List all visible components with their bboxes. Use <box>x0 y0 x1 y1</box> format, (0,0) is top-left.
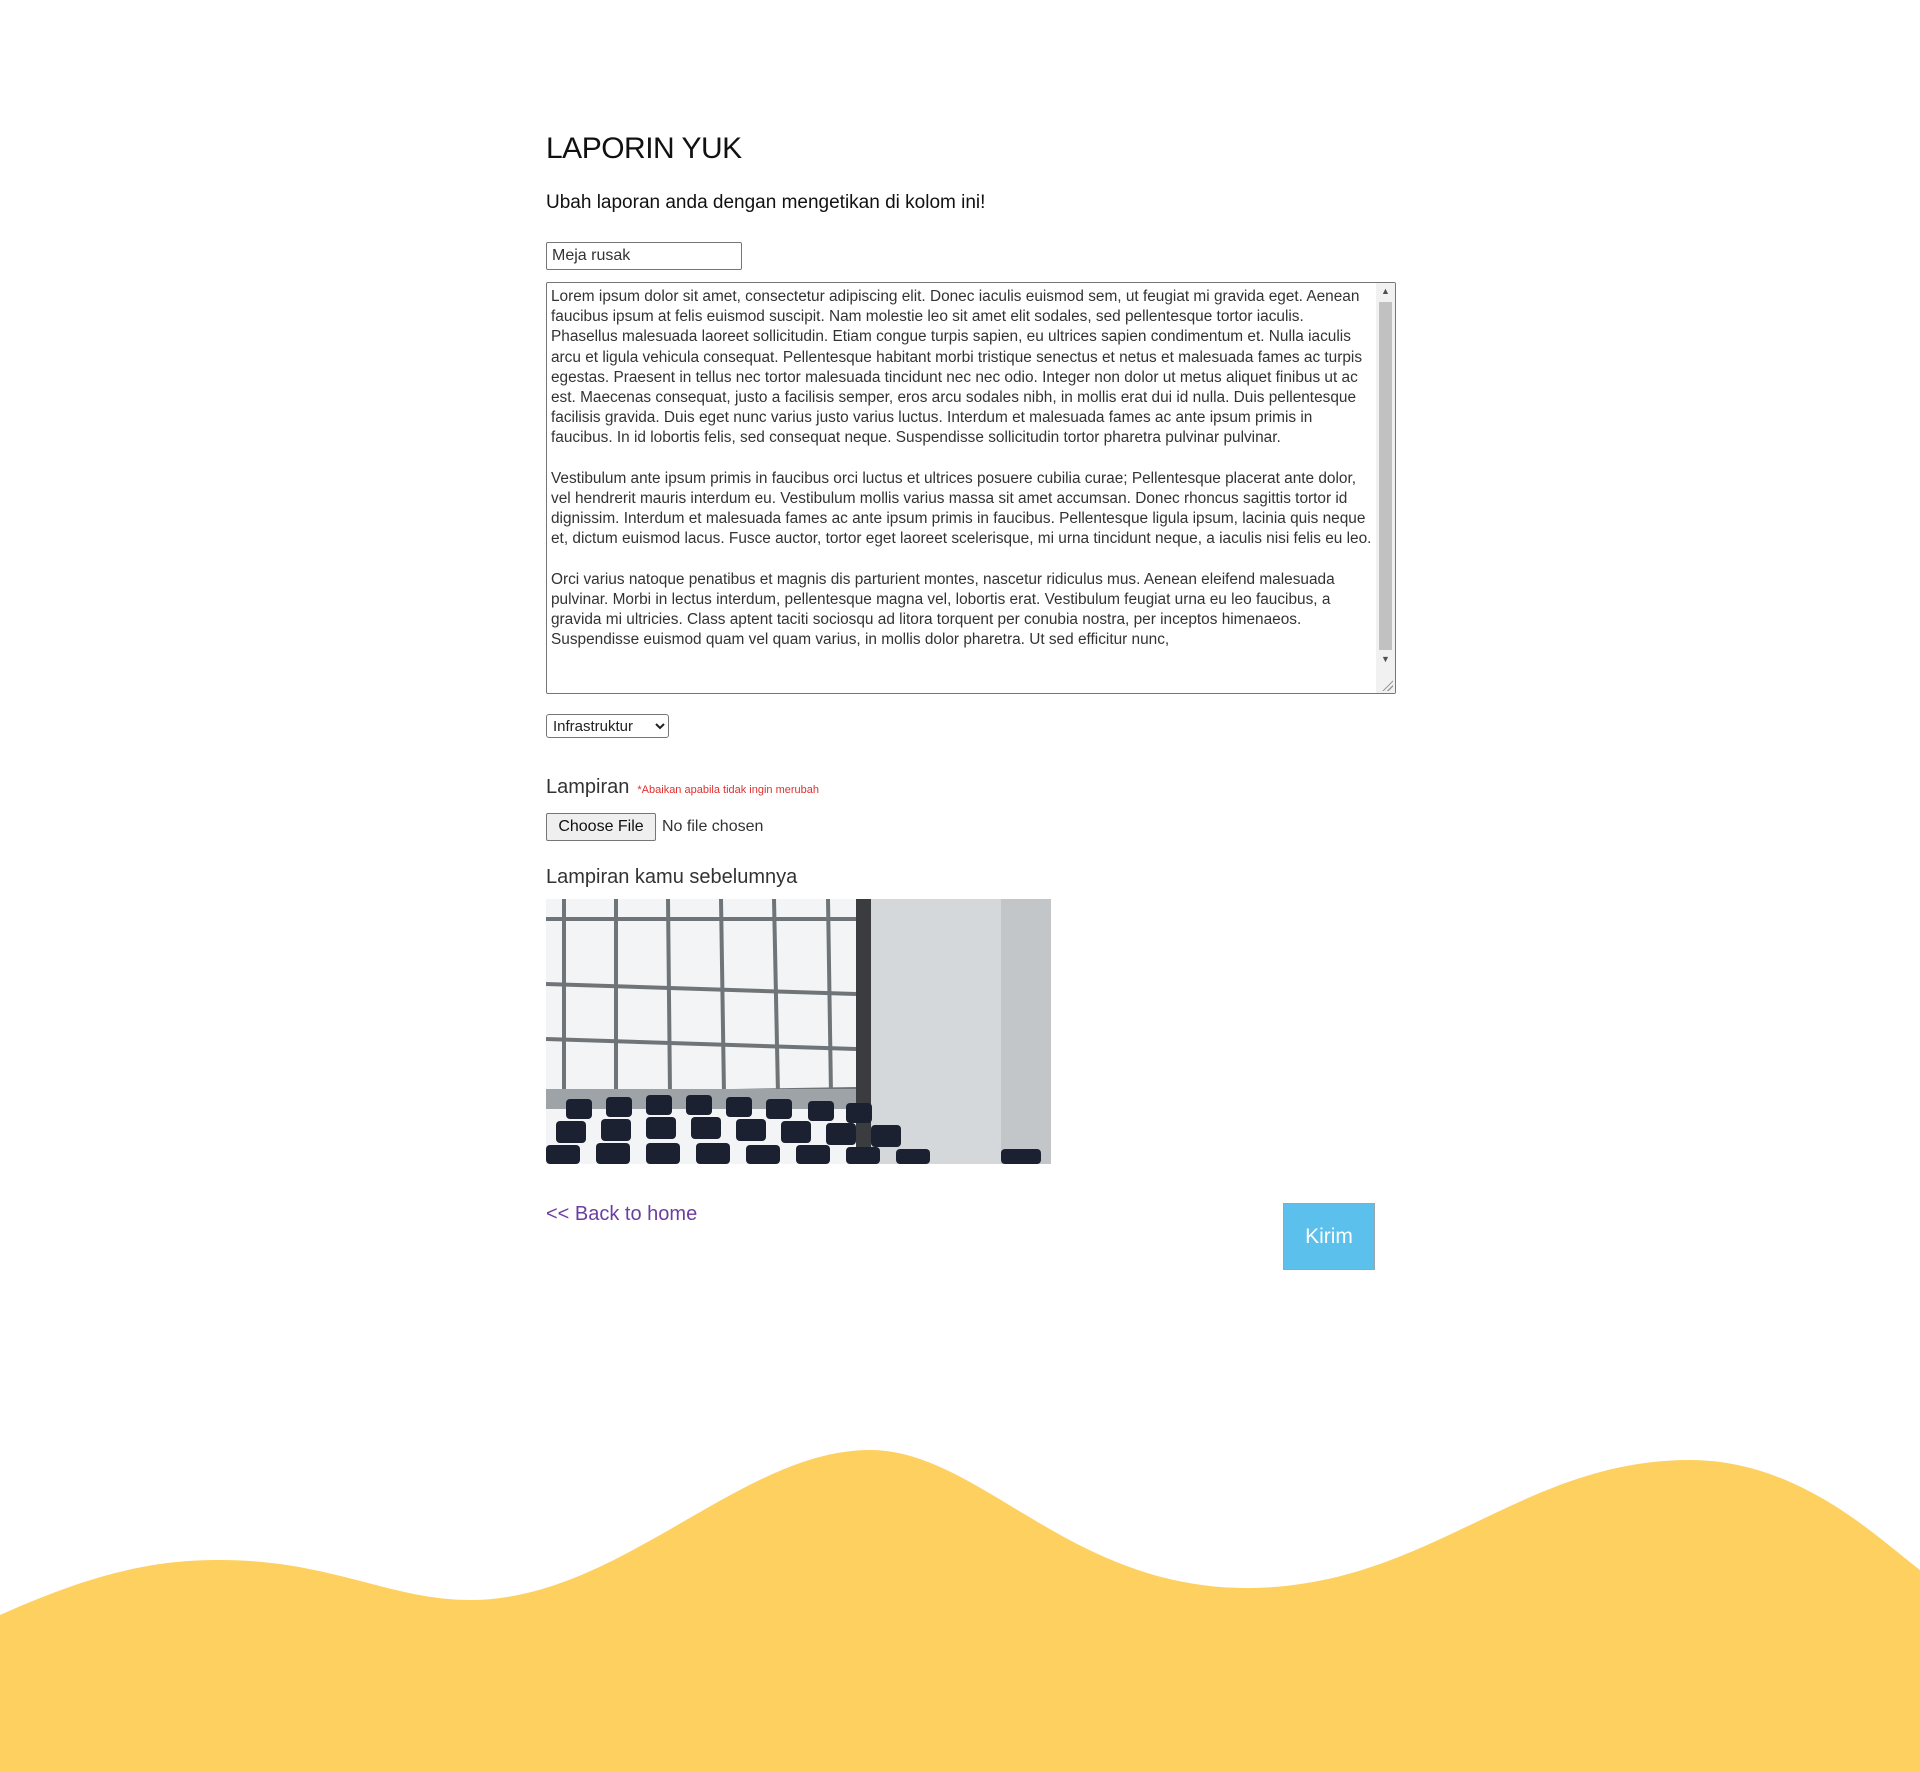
choose-file-button[interactable]: Choose File <box>546 813 656 841</box>
back-to-home-link[interactable]: << Back to home <box>546 1202 697 1226</box>
previous-attachment-label: Lampiran kamu sebelumnya <box>546 866 798 888</box>
page-subtitle: Ubah laporan anda dengan mengetikan di k… <box>546 192 986 213</box>
report-edit-form: LAPORIN YUK Ubah laporan anda dengan men… <box>546 130 1396 1282</box>
report-description-field[interactable]: Lorem ipsum dolor sit amet, consectetur … <box>546 282 1396 694</box>
file-input[interactable]: Choose File No file chosen <box>546 813 1396 841</box>
file-status-text: No file chosen <box>662 818 764 835</box>
resize-handle-icon[interactable] <box>1381 679 1393 691</box>
previous-attachment-image <box>546 899 1051 1164</box>
scroll-up-arrow-icon[interactable]: ▲ <box>1376 283 1395 300</box>
report-description-textarea[interactable]: Lorem ipsum dolor sit amet, consectetur … <box>547 283 1377 693</box>
scroll-down-arrow-icon[interactable]: ▼ <box>1376 651 1395 668</box>
scrollbar-thumb[interactable] <box>1379 302 1392 650</box>
attachment-header: Lampiran *Abaikan apabila tidak ingin mer… <box>546 775 1396 802</box>
attachment-note: *Abaikan apabila tidak ingin merubah <box>637 784 820 796</box>
textarea-scrollbar[interactable]: ▲ ▼ <box>1376 283 1395 693</box>
decorative-wave <box>0 1450 1920 1772</box>
page-title: LAPORIN YUK <box>546 132 742 165</box>
form-actions: << Back to home Kirim <box>546 1202 1396 1282</box>
report-title-input[interactable] <box>546 242 742 270</box>
category-select[interactable]: Infrastruktur <box>546 714 669 738</box>
attachment-label: Lampiran <box>546 776 630 798</box>
submit-button[interactable]: Kirim <box>1283 1203 1375 1270</box>
